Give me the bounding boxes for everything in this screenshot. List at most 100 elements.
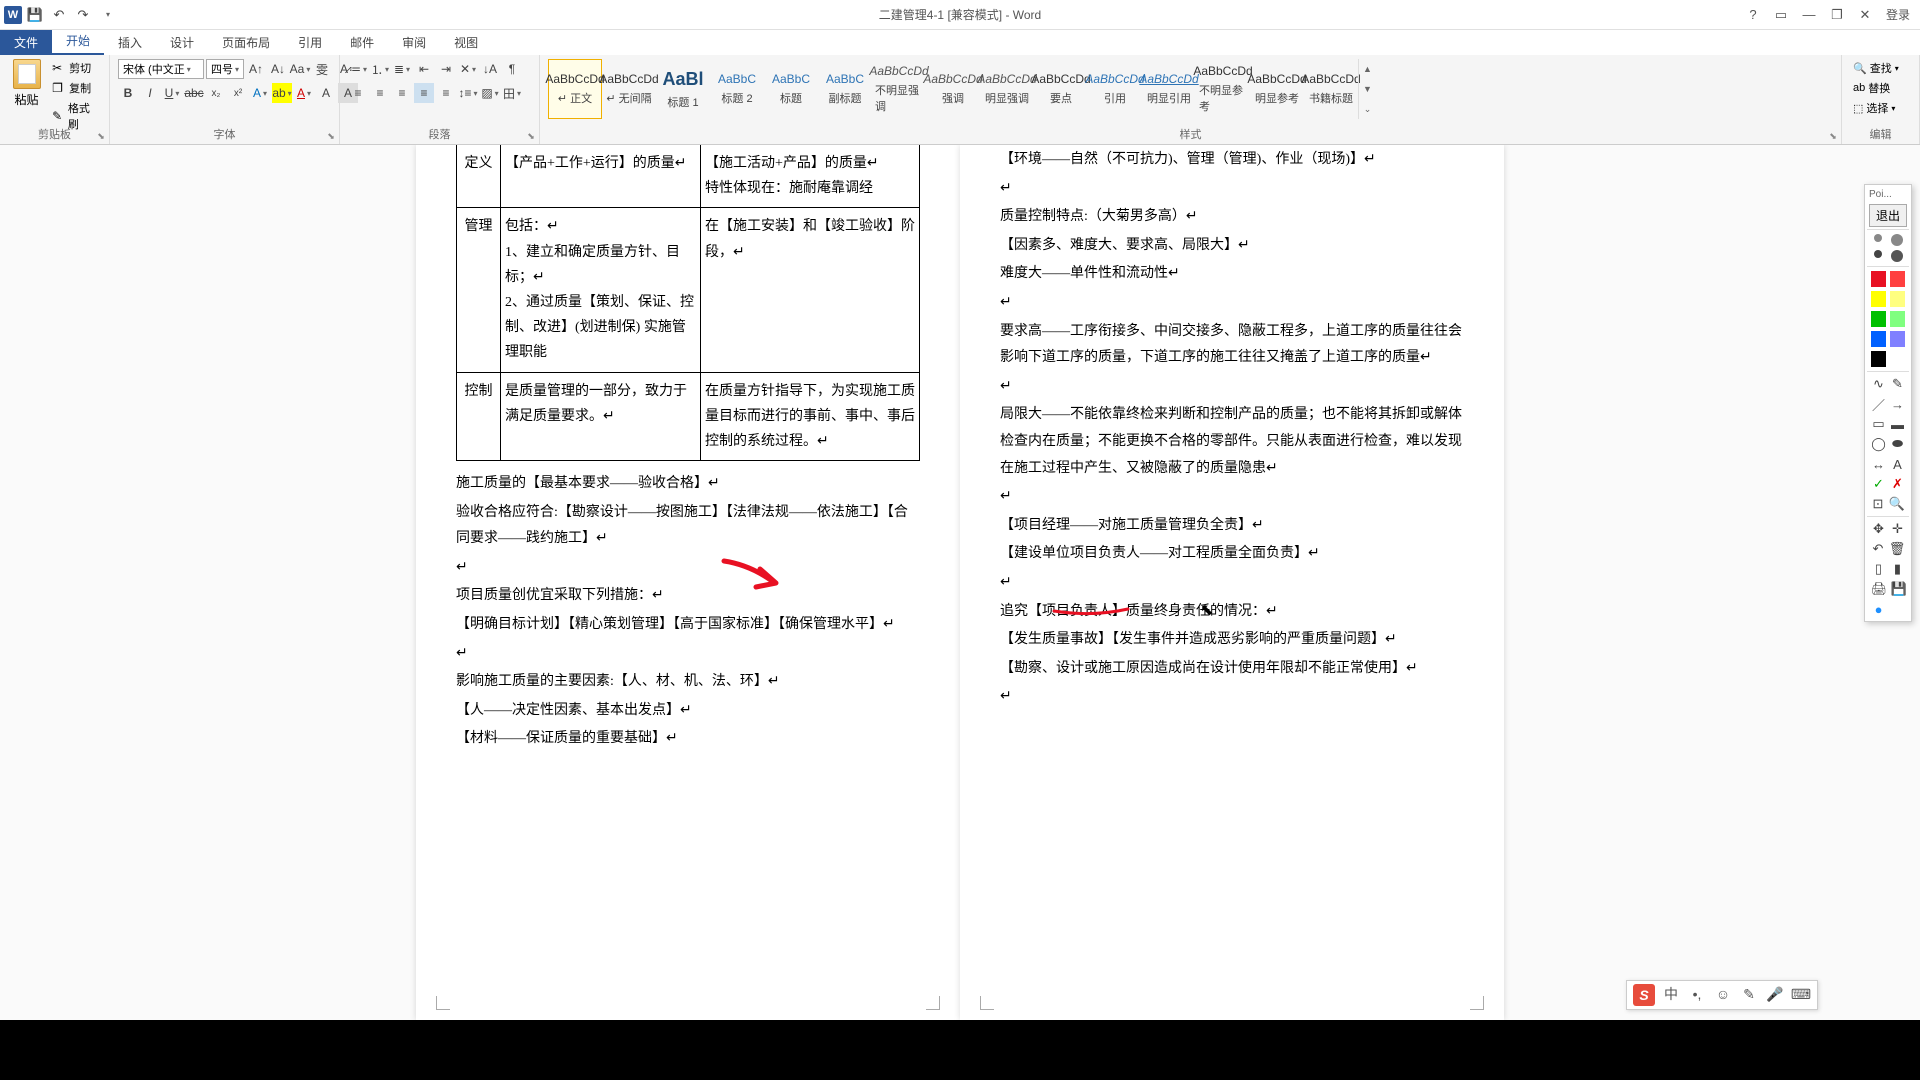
tab-home[interactable]: 开始 bbox=[52, 28, 104, 55]
replace-button[interactable]: ab替换 bbox=[1850, 79, 1893, 97]
asian-layout-icon[interactable]: ✕ bbox=[458, 59, 478, 79]
rect-tool-icon[interactable]: ▭ bbox=[1871, 416, 1886, 432]
cut-button[interactable]: 剪切 bbox=[49, 59, 101, 77]
whiteboard-tool-icon[interactable]: ▮ bbox=[1890, 561, 1905, 577]
ann-exit-button[interactable]: 退出 bbox=[1869, 204, 1907, 227]
multilevel-icon[interactable]: ≣ bbox=[392, 59, 412, 79]
curve-tool-icon[interactable]: ∿ bbox=[1871, 376, 1886, 392]
line-tool-icon[interactable]: ／ bbox=[1871, 396, 1886, 412]
cross-tool-icon[interactable]: ✗ bbox=[1890, 476, 1905, 492]
bullets-icon[interactable]: ≔ bbox=[348, 59, 368, 79]
phonetic-icon[interactable]: 雯 bbox=[312, 59, 332, 79]
select-button[interactable]: ⬚选择▾ bbox=[1850, 99, 1898, 117]
align-left-icon[interactable]: ≡ bbox=[348, 83, 368, 103]
align-right-icon[interactable]: ≡ bbox=[392, 83, 412, 103]
numbering-icon[interactable]: ⒈ bbox=[370, 59, 390, 79]
style-item[interactable]: AaBbC标题 2 bbox=[710, 59, 764, 119]
save-tool-icon[interactable]: 💾 bbox=[1891, 581, 1907, 597]
font-color-icon[interactable]: A bbox=[294, 83, 314, 103]
paragraph-launcher-icon[interactable]: ⬊ bbox=[525, 130, 537, 142]
undo-tool-icon[interactable]: ↶ bbox=[1871, 541, 1885, 557]
font-size-combo[interactable]: 四号 bbox=[206, 59, 244, 79]
indent-dec-icon[interactable]: ⇤ bbox=[414, 59, 434, 79]
restore-icon[interactable]: ❐ bbox=[1824, 4, 1850, 26]
subscript-icon[interactable]: x₂ bbox=[206, 83, 226, 103]
spotlight-tool-icon[interactable]: ⊡ bbox=[1871, 496, 1885, 512]
change-case-icon[interactable]: Aa bbox=[290, 59, 310, 79]
tab-view[interactable]: 视图 bbox=[440, 30, 492, 55]
font-name-combo[interactable]: 宋体 (中文正 bbox=[118, 59, 204, 79]
small-dot-icon[interactable] bbox=[1874, 234, 1882, 242]
color-swatch[interactable] bbox=[1890, 271, 1905, 287]
style-item[interactable]: AaBbCcDd不明显参考 bbox=[1196, 59, 1250, 119]
style-item[interactable]: AaBbC标题 bbox=[764, 59, 818, 119]
rect-fill-icon[interactable]: ▬ bbox=[1890, 416, 1905, 432]
tab-review[interactable]: 审阅 bbox=[388, 30, 440, 55]
style-item[interactable]: AaBbCcDd不明显强调 bbox=[872, 59, 926, 119]
big-dot-dark-icon[interactable] bbox=[1891, 250, 1903, 262]
style-item[interactable]: AaBbC副标题 bbox=[818, 59, 872, 119]
style-item[interactable]: AaBbCcDd明显强调 bbox=[980, 59, 1034, 119]
distribute-icon[interactable]: ≡ bbox=[436, 83, 456, 103]
ime-punct-icon[interactable]: •, bbox=[1687, 984, 1707, 1004]
tab-insert[interactable]: 插入 bbox=[104, 30, 156, 55]
gallery-scroll[interactable]: ▲▼⌄ bbox=[1358, 59, 1376, 119]
style-item[interactable]: AaBl标题 1 bbox=[656, 59, 710, 119]
show-marks-icon[interactable]: ¶ bbox=[502, 59, 522, 79]
color-swatch[interactable] bbox=[1890, 311, 1905, 327]
color-swatch[interactable] bbox=[1871, 351, 1886, 367]
check-tool-icon[interactable]: ✓ bbox=[1871, 476, 1886, 492]
style-item[interactable]: AaBbCcDd引用 bbox=[1088, 59, 1142, 119]
ime-skin-icon[interactable]: ✎ bbox=[1739, 984, 1759, 1004]
style-item[interactable]: AaBbCcDd强调 bbox=[926, 59, 980, 119]
font-launcher-icon[interactable]: ⬊ bbox=[325, 130, 337, 142]
tab-design[interactable]: 设计 bbox=[156, 30, 208, 55]
copy-button[interactable]: 复制 bbox=[49, 79, 101, 97]
color-swatch[interactable] bbox=[1871, 311, 1886, 327]
ime-keyboard-icon[interactable]: ⌨ bbox=[1791, 984, 1811, 1004]
ime-emoji-icon[interactable]: ☺ bbox=[1713, 984, 1733, 1004]
color-swatch[interactable] bbox=[1871, 291, 1886, 307]
color-swatch[interactable] bbox=[1890, 291, 1905, 307]
highlighter-tool-icon[interactable]: ✎ bbox=[1890, 376, 1905, 392]
shrink-font-icon[interactable]: A↓ bbox=[268, 59, 288, 79]
color-swatch[interactable] bbox=[1871, 331, 1886, 347]
bold-icon[interactable]: B bbox=[118, 83, 138, 103]
style-item[interactable]: AaBbCcDd↵ 正文 bbox=[548, 59, 602, 119]
superscript-icon[interactable]: x² bbox=[228, 83, 248, 103]
save-icon[interactable]: 💾 bbox=[24, 4, 46, 26]
delete-tool-icon[interactable]: 🗑 bbox=[1889, 541, 1905, 557]
close-icon[interactable]: ✕ bbox=[1852, 4, 1878, 26]
help-icon[interactable]: ? bbox=[1740, 4, 1766, 26]
big-dot-icon[interactable] bbox=[1891, 234, 1903, 246]
style-item[interactable]: AaBbCcDd明显引用 bbox=[1142, 59, 1196, 119]
small-dot-dark-icon[interactable] bbox=[1874, 250, 1882, 258]
crosshair-tool-icon[interactable]: ✛ bbox=[1890, 521, 1905, 537]
record-tool-icon[interactable]: ● bbox=[1871, 601, 1886, 617]
italic-icon[interactable]: I bbox=[140, 83, 160, 103]
page-tool-icon[interactable]: ▯ bbox=[1871, 561, 1886, 577]
style-item[interactable]: AaBbCcDd书籍标题 bbox=[1304, 59, 1358, 119]
tab-references[interactable]: 引用 bbox=[284, 30, 336, 55]
ribbon-options-icon[interactable]: ▭ bbox=[1768, 4, 1794, 26]
login-link[interactable]: 登录 bbox=[1886, 6, 1910, 23]
highlight-icon[interactable]: ab bbox=[272, 83, 292, 103]
minimize-icon[interactable]: — bbox=[1796, 4, 1822, 26]
text-tool-icon[interactable]: A bbox=[1890, 456, 1905, 472]
style-item[interactable]: AaBbCcDd明显参考 bbox=[1250, 59, 1304, 119]
double-arrow-icon[interactable]: ↔ bbox=[1871, 456, 1886, 472]
char-border-icon[interactable]: A bbox=[316, 83, 336, 103]
ime-bar[interactable]: S 中 •, ☺ ✎ 🎤 ⌨ bbox=[1626, 980, 1818, 1010]
strike-icon[interactable]: abc bbox=[184, 83, 204, 103]
indent-inc-icon[interactable]: ⇥ bbox=[436, 59, 456, 79]
text-effect-icon[interactable]: A bbox=[250, 83, 270, 103]
styles-launcher-icon[interactable]: ⬊ bbox=[1827, 130, 1839, 142]
paste-button[interactable]: 粘贴 bbox=[8, 59, 45, 108]
arrow-tool-icon[interactable]: → bbox=[1890, 396, 1905, 412]
color-swatch[interactable] bbox=[1890, 331, 1905, 347]
borders-icon[interactable]: 田 bbox=[502, 83, 522, 103]
shading-icon[interactable]: ▨ bbox=[480, 83, 500, 103]
magnify-tool-icon[interactable]: 🔍 bbox=[1889, 496, 1905, 512]
undo-icon[interactable]: ↶ bbox=[48, 4, 70, 26]
style-item[interactable]: AaBbCcDd要点 bbox=[1034, 59, 1088, 119]
